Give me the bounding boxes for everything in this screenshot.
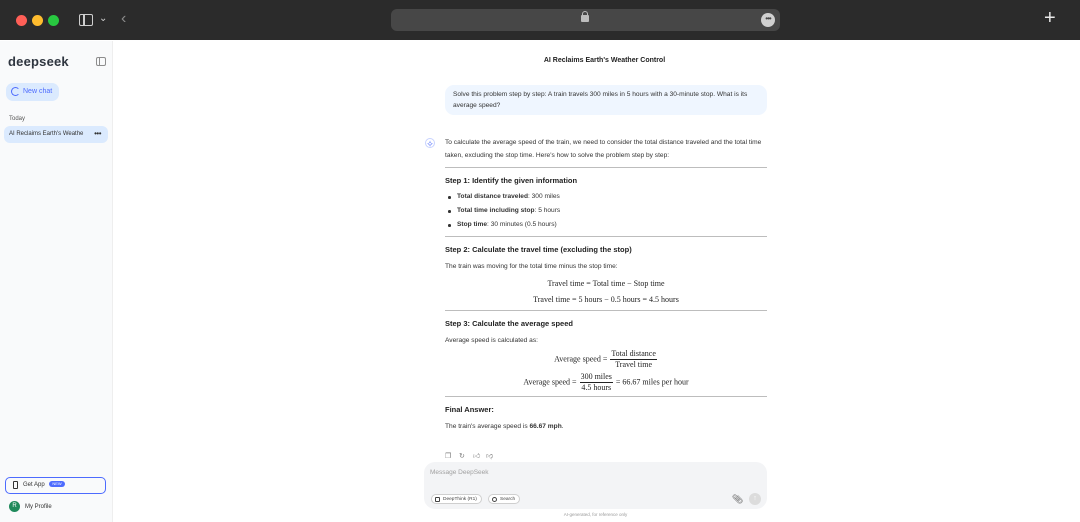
assistant-message: To calculate the average speed of the tr… xyxy=(445,137,767,430)
sidebar-toggle-icon[interactable] xyxy=(79,14,93,26)
back-arrow-icon[interactable]: ‹ xyxy=(121,10,126,28)
new-badge: NEW xyxy=(49,481,65,487)
divider xyxy=(445,396,767,397)
collapse-sidebar-icon[interactable] xyxy=(96,57,106,66)
deepthink-icon xyxy=(435,497,440,502)
address-bar[interactable]: ••• xyxy=(391,9,780,31)
given-info-list: Total distance traveled: 300 miles Total… xyxy=(445,190,767,232)
section-today: Today xyxy=(9,116,26,122)
equation-average-speed-formula: Average speed = Total distance Travel tim… xyxy=(554,349,657,369)
divider xyxy=(445,310,767,311)
step1-heading: Step 1: Identify the given information xyxy=(445,176,578,185)
chevron-down-icon[interactable]: ⌄ xyxy=(99,13,107,24)
message-input[interactable]: Message DeepSeek xyxy=(430,469,489,476)
conversation-title: AI Reclaims Earth's Weathe xyxy=(9,131,84,137)
user-message: Solve this problem step by step: A train… xyxy=(445,85,767,115)
new-chat-label: New chat xyxy=(23,88,53,95)
zoom-window-button[interactable] xyxy=(48,15,59,26)
step2-heading: Step 2: Calculate the travel time (exclu… xyxy=(445,245,632,254)
final-answer-heading: Final Answer: xyxy=(445,405,494,414)
deepseek-whale-icon: ✧ xyxy=(425,138,435,149)
avatar[interactable]: R xyxy=(9,501,20,512)
equation-average-speed-value: Average speed = 300 miles 4.5 hours = 66.… xyxy=(523,372,689,392)
close-window-button[interactable] xyxy=(16,15,27,26)
phone-icon xyxy=(13,481,18,489)
regenerate-icon[interactable]: ↻ xyxy=(459,453,467,461)
logo: deepseek xyxy=(8,54,69,69)
divider xyxy=(445,236,767,237)
conversation-item[interactable]: AI Reclaims Earth's Weathe ••• xyxy=(4,126,108,143)
browser-toolbar: ⌄ ‹ ••• + xyxy=(0,0,1080,40)
plus-icon[interactable]: + xyxy=(1044,7,1056,30)
list-item: Total distance traveled: 300 miles xyxy=(445,190,767,204)
step2-text: The train was moving for the total time … xyxy=(445,263,618,270)
chat-title: AI Reclaims Earth's Weather Control xyxy=(543,57,666,64)
list-item: Total time including stop: 5 hours xyxy=(445,204,767,218)
step3-text: Average speed is calculated as: xyxy=(445,337,538,344)
new-chat-button[interactable]: New chat xyxy=(6,83,59,101)
globe-icon xyxy=(492,497,497,502)
minimize-window-button[interactable] xyxy=(32,15,43,26)
more-options-icon[interactable]: ••• xyxy=(94,126,101,142)
divider xyxy=(445,167,767,168)
equation-travel-time-value: Travel time = 5 hours − 0.5 hours = 4.5 … xyxy=(533,295,679,304)
thumbs-down-icon[interactable]: 👎︎ xyxy=(486,453,494,461)
copy-icon[interactable]: ❐ xyxy=(445,453,453,461)
step3-heading: Step 3: Calculate the average speed xyxy=(445,319,573,328)
lock-icon xyxy=(581,11,589,22)
more-icon[interactable]: ••• xyxy=(761,13,775,27)
message-composer[interactable]: Message DeepSeek DeepThink (R1) Search 📎… xyxy=(424,462,767,509)
equation-travel-time-formula: Travel time = Total time − Stop time xyxy=(547,279,665,288)
search-toggle[interactable]: Search xyxy=(488,494,521,504)
get-app-button[interactable]: Get App NEW xyxy=(5,477,106,494)
disclaimer: AI-generated, for reference only xyxy=(563,512,628,517)
thumbs-up-icon[interactable]: 👍︎ xyxy=(473,453,481,461)
get-app-label: Get App xyxy=(23,482,45,488)
answer-intro: To calculate the average speed of the tr… xyxy=(445,139,762,159)
my-profile-link[interactable]: My Profile xyxy=(25,504,52,510)
deepthink-toggle[interactable]: DeepThink (R1) xyxy=(431,494,482,504)
final-answer-text: The train's average speed is 66.67 mph. xyxy=(445,423,564,430)
list-item: Stop time: 30 minutes (0.5 hours) xyxy=(445,218,767,232)
new-chat-icon xyxy=(11,87,20,96)
send-button[interactable]: ↑ xyxy=(749,493,761,505)
sidebar: deepseek New chat Today AI Reclaims Eart… xyxy=(0,41,113,522)
attachment-icon[interactable]: 📎︎ xyxy=(732,494,743,504)
